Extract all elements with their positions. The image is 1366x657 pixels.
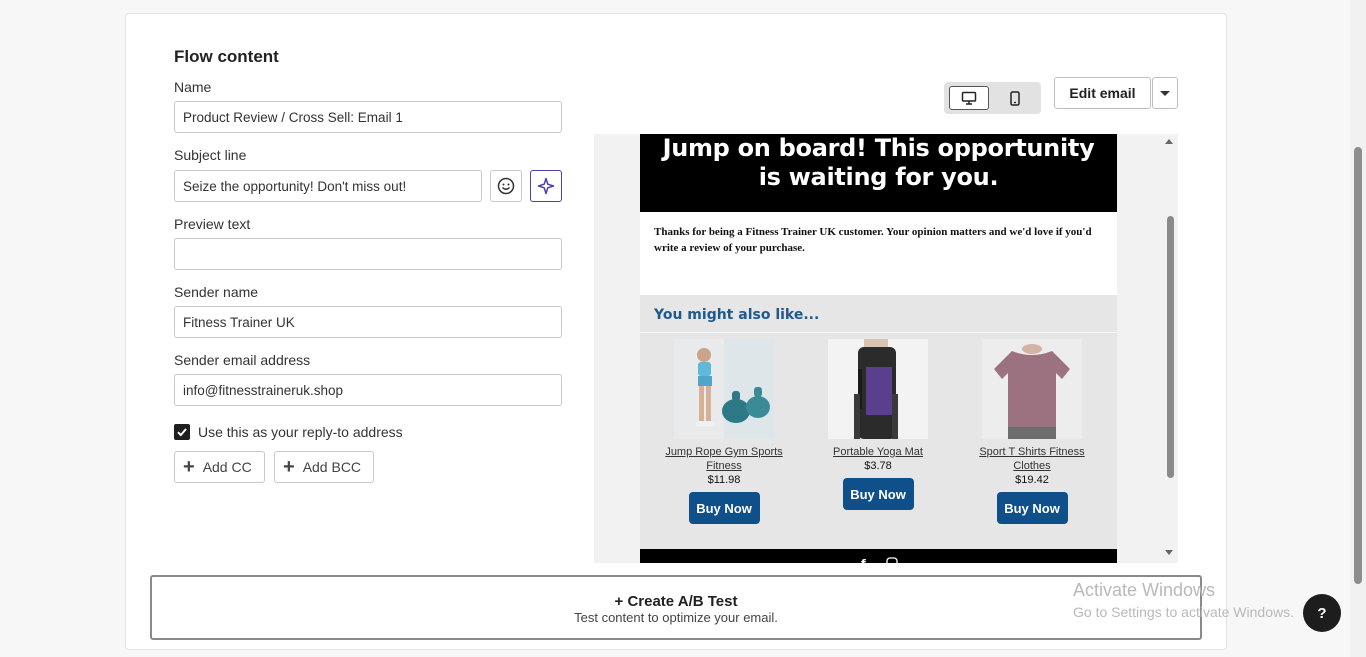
buy-now-button[interactable]: Buy Now (688, 492, 760, 524)
emoji-button[interactable] (490, 170, 522, 202)
preview-text-label: Preview text (174, 216, 251, 232)
reply-to-label: Use this as your reply-to address (198, 424, 403, 440)
preview-scroll-thumb[interactable] (1167, 216, 1174, 478)
create-ab-test-button[interactable]: + Create A/B Test Test content to optimi… (150, 575, 1202, 640)
desktop-icon (961, 91, 977, 105)
email-hero: Jump on board! This opportunity is waiti… (640, 134, 1117, 212)
chevron-down-icon (1160, 90, 1170, 96)
add-cc-button[interactable]: + Add CC (174, 451, 265, 483)
preview-text-input[interactable] (174, 238, 562, 270)
edit-email-dropdown[interactable] (1152, 77, 1178, 109)
desktop-view-button[interactable] (949, 86, 989, 110)
help-button[interactable]: ? (1303, 594, 1341, 632)
ab-test-title: + Create A/B Test (614, 593, 738, 610)
ab-test-subtitle: Test content to optimize your email. (574, 610, 778, 625)
edit-email-button[interactable]: Edit email (1054, 77, 1151, 109)
plus-icon: + (283, 456, 295, 478)
buy-now-button[interactable]: Buy Now (996, 492, 1068, 524)
sender-name-input[interactable]: Fitness Trainer UK (174, 306, 562, 338)
product-name[interactable]: Sport T Shirts Fitness Clothes (962, 445, 1102, 473)
device-toggle (944, 82, 1041, 114)
windows-watermark-title: Activate Windows (1073, 580, 1216, 600)
product-name[interactable]: Portable Yoga Mat (808, 445, 948, 459)
name-input[interactable]: Product Review / Cross Sell: Email 1 (174, 101, 562, 133)
checkmark-icon (177, 428, 187, 437)
recommendations-title: You might also like... (654, 307, 820, 323)
svg-text:f: f (861, 557, 866, 563)
email-footer: f (640, 549, 1117, 563)
plus-icon: + (183, 456, 195, 478)
hero-line-1: Jump on board! This opportunity (662, 134, 1095, 162)
reply-to-checkbox[interactable] (174, 424, 190, 440)
buy-now-button[interactable]: Buy Now (842, 478, 914, 510)
sender-email-input[interactable]: info@fitnesstraineruk.shop (174, 374, 562, 406)
thanks-text: Thanks for being a Fitness Trainer UK cu… (654, 226, 1092, 254)
sender-name-label: Sender name (174, 284, 259, 300)
product-image-yoga-mat (828, 339, 928, 439)
product-image-t-shirt (982, 339, 1082, 439)
smiley-icon (497, 177, 515, 195)
mobile-icon (1010, 90, 1020, 106)
recommendations-block: You might also like... Jump Rope Gym Spo… (640, 295, 1117, 549)
product-card: Portable Yoga Mat $3.78 Buy Now (808, 339, 948, 510)
product-price: $3.78 (864, 460, 892, 472)
email-body: Jump on board! This opportunity is waiti… (640, 134, 1117, 563)
scroll-up-icon[interactable] (1165, 139, 1173, 144)
product-price: $11.98 (707, 474, 741, 486)
sender-email-label: Sender email address (174, 352, 311, 368)
mobile-view-button[interactable] (995, 86, 1035, 110)
email-preview-pane: Jump on board! This opportunity is waiti… (594, 134, 1178, 563)
page-scroll-thumb[interactable] (1354, 147, 1362, 584)
add-bcc-label: Add BCC (302, 459, 362, 475)
product-image-jump-rope (674, 339, 774, 439)
product-card: Jump Rope Gym Sports Fitness $11.98 Buy … (654, 339, 794, 524)
name-label: Name (174, 79, 212, 95)
social-icons: f (861, 557, 898, 563)
subject-label: Subject line (174, 147, 247, 163)
hero-line-2: is waiting for you. (758, 163, 999, 191)
product-name[interactable]: Jump Rope Gym Sports Fitness (654, 445, 794, 473)
section-title: Flow content (174, 47, 279, 66)
scroll-down-icon[interactable] (1165, 550, 1173, 555)
product-price: $19.42 (1015, 474, 1049, 486)
product-card: Sport T Shirts Fitness Clothes $19.42 Bu… (962, 339, 1102, 524)
ai-generate-button[interactable] (530, 170, 562, 202)
sparkle-icon (537, 177, 555, 195)
add-cc-label: Add CC (202, 459, 252, 475)
windows-watermark-subtitle: Go to Settings to activate Windows. (1073, 604, 1294, 620)
add-bcc-button[interactable]: + Add BCC (274, 451, 375, 483)
subject-input[interactable]: Seize the opportunity! Don't miss out! (174, 170, 482, 202)
divider (640, 332, 1117, 333)
